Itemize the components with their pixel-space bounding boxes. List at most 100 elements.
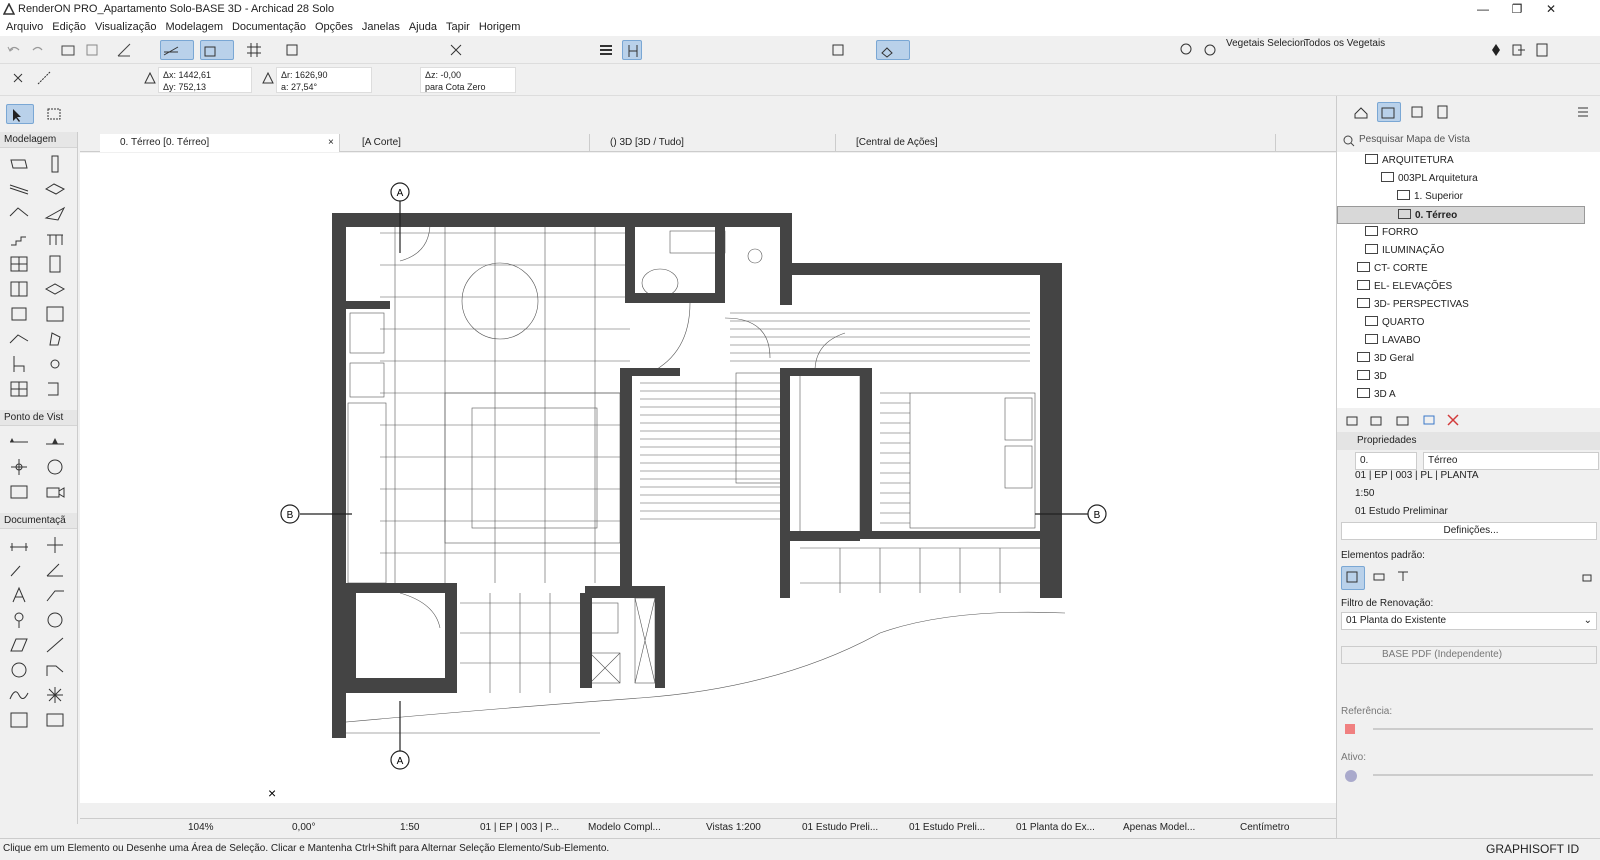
maximize-button[interactable]: ❐ [1500,0,1534,18]
tree-item-elevacoes[interactable]: EL- ELEVAÇÕES [1357,278,1452,296]
wall-end-tool-icon[interactable] [38,377,74,402]
panel-menu-icon[interactable] [1573,102,1593,122]
export-icon[interactable] [1508,40,1528,60]
tree-item-perspectivas[interactable]: 3D- PERSPECTIVAS [1357,296,1469,314]
elevation-tool-icon[interactable] [38,430,74,455]
dimension-tool-icon[interactable] [2,533,38,558]
tree-item-terreo[interactable]: 0. Térreo [1337,206,1585,224]
tree-item-lavabo[interactable]: LAVABO [1365,332,1421,350]
toolbox-section-ponto-de-vista[interactable]: Ponto de Vist [0,410,77,426]
rotation-value[interactable]: 0,00° [292,822,315,833]
railing-tool-icon[interactable] [38,227,74,252]
fill-tool-icon[interactable] [2,633,38,658]
menu-ajuda[interactable]: Ajuda [409,21,437,33]
active-slider[interactable] [1373,774,1593,776]
3d-window-icon[interactable] [828,40,848,60]
filtro-renovacao-select[interactable]: 01 Planta do Existente ⌄ [1341,612,1597,630]
tab-corte[interactable]: [A Corte] [342,134,590,152]
figure-tool-icon[interactable] [2,708,38,733]
tree-item-arquitetura[interactable]: ARQUITETURA [1365,152,1454,170]
delete-view-icon[interactable] [1443,410,1463,430]
clone-view-icon[interactable] [1367,410,1387,430]
worksheet-tool-icon[interactable] [38,455,74,480]
toolbox-section-documentacao[interactable]: Documentaçã [0,513,77,529]
model-view-value[interactable]: Modelo Compl... [588,822,661,833]
arrow-tool-icon[interactable] [6,104,34,124]
tree-item-3d[interactable]: 3D [1357,368,1387,386]
vegetation-settings-icon[interactable] [1200,40,1220,60]
grid-icon[interactable] [244,40,264,60]
vegetais-selecion-label[interactable]: Vegetais Selecion [1226,38,1306,49]
marker-tool-icon[interactable] [2,608,38,633]
view-settings-icon[interactable] [1419,410,1439,430]
dimension-value[interactable]: Apenas Model... [1123,822,1195,833]
minimize-button[interactable]: — [1466,0,1500,18]
morph-tool-icon[interactable] [38,327,74,352]
snap-guide-icon[interactable] [160,40,194,60]
spline-tool-icon[interactable] [2,683,38,708]
chair-tool-icon[interactable] [2,352,38,377]
tree-item-3d-a[interactable]: 3D A [1357,386,1396,400]
delta-r-box[interactable]: Δr: 1626,90 a: 27,54° [276,67,372,93]
angle-dimension-tool-icon[interactable] [38,558,74,583]
camera-tool-icon[interactable] [38,480,74,505]
pen-set-value[interactable]: Vistas 1:200 [706,822,761,833]
project-map-icon[interactable] [1351,102,1371,122]
geometry-method-icon[interactable] [34,68,54,88]
definicoes-button[interactable]: Definições... [1341,522,1597,540]
drawing-tool-icon[interactable] [38,708,74,733]
mesh-tool-icon[interactable] [2,327,38,352]
active-color-swatch[interactable] [1345,770,1357,782]
circle-tool-icon[interactable] [2,658,38,683]
grid-snap-icon[interactable] [200,40,234,60]
change-tool-icon[interactable] [38,608,74,633]
reference-color-swatch[interactable] [1345,724,1355,734]
undo-icon[interactable] [4,40,24,60]
tree-item-3d-geral[interactable]: 3D Geral [1357,350,1414,368]
graphic-override-value[interactable]: 01 Estudo Preli... [802,822,878,833]
stair-tool-icon[interactable] [2,227,38,252]
tree-item-iluminacao[interactable]: ILUMINAÇÃO [1365,242,1444,260]
label-tool-icon[interactable] [38,583,74,608]
section-marker-icon[interactable] [622,40,642,60]
menu-modelagem[interactable]: Modelagem [166,21,223,33]
layer-combination-value[interactable]: 01 | EP | 003 | P... [480,822,559,833]
tree-item-quarto[interactable]: QUARTO [1365,314,1424,332]
menu-tapir[interactable]: Tapir [446,21,470,33]
menu-opcoes[interactable]: Opções [315,21,353,33]
skylight-tool-icon[interactable] [38,277,74,302]
menu-horigem[interactable]: Horigem [479,21,521,33]
door-tool-icon[interactable] [38,252,74,277]
shell-tool-icon[interactable] [38,202,74,227]
save-icon[interactable] [82,40,102,60]
reference-slider[interactable] [1373,728,1593,730]
section-marker-a-bottom[interactable]: A [397,756,404,767]
tab-3d[interactable]: () 3D [3D / Tudo] [590,134,836,152]
section-marker-b-right[interactable]: B [1094,510,1101,521]
section-marker-a-top[interactable]: A [397,188,404,199]
zone-tool-icon[interactable] [38,302,74,327]
vegetation-icon[interactable] [1176,40,1196,60]
menu-visualizacao[interactable]: Visualização [95,21,157,33]
marquee-tool-icon[interactable] [44,104,64,124]
new-folder-icon[interactable] [1393,410,1413,430]
redo-icon[interactable] [28,40,48,60]
delta-z-box[interactable]: Δz: -0,00 para Cota Zero [420,67,516,93]
close-x-icon[interactable]: × [268,785,276,801]
close-window-button[interactable]: ✕ [1534,0,1568,18]
curtain-wall-tool-icon[interactable] [2,252,38,277]
hotspot-tool-icon[interactable] [38,683,74,708]
slab-tool-icon[interactable] [38,177,74,202]
polyline-tool-icon[interactable] [38,658,74,683]
graphisoft-id[interactable]: GRAPHISOFT ID [1486,839,1579,859]
line-tool-icon[interactable] [38,633,74,658]
transfer-icon[interactable] [1393,566,1413,586]
grid-tool-icon[interactable] [2,377,38,402]
fill-toggle-icon[interactable] [596,40,616,60]
level-dimension-tool-icon[interactable] [38,533,74,558]
unit-value[interactable]: Centímetro [1240,822,1289,833]
tree-item-003pl[interactable]: 003PL Arquitetura [1381,170,1478,188]
view-id-field[interactable]: 0. [1355,452,1417,470]
todos-vegetais-label[interactable]: Todos os Vegetais [1304,38,1385,49]
view-map-icon[interactable] [1377,102,1401,122]
